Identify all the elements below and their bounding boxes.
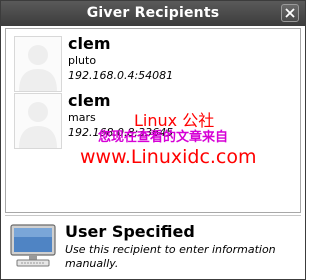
monitor — [9, 223, 57, 273]
user-specified-option[interactable]: User Specified Use this recipient to ent… — [5, 215, 301, 276]
person-silhouette-icon — [19, 45, 57, 91]
avatar — [14, 36, 62, 92]
person-silhouette-icon — [19, 102, 57, 148]
window-title: Giver Recipients — [86, 5, 220, 21]
recipient-name: clem — [68, 34, 111, 53]
watermark-line-3: www.Linuxidc.com — [80, 146, 257, 168]
avatar — [14, 93, 62, 149]
giver-recipients-window: Giver Recipients clem pluto 192.168.0.4:… — [0, 0, 306, 280]
computer-monitor-icon — [10, 224, 56, 267]
recipient-host: pluto — [68, 54, 97, 67]
watermark-line-2: 您现在查看的文章来自 — [98, 130, 229, 145]
recipient-address: 192.168.0.4:54081 — [68, 69, 174, 82]
recipient-name: clem — [68, 91, 111, 110]
recipient-list[interactable]: clem pluto 192.168.0.4:54081 clem mars 1… — [5, 28, 301, 213]
user-specified-description: Use this recipient to enter information … — [65, 243, 276, 270]
user-specified-title: User Specified — [65, 222, 195, 241]
recipient-item[interactable]: clem pluto 192.168.0.4:54081 — [6, 34, 300, 94]
close-button[interactable] — [281, 4, 299, 22]
title-bar[interactable]: Giver Recipients — [1, 1, 305, 26]
close-icon — [285, 8, 295, 18]
recipient-host: mars — [68, 111, 96, 124]
